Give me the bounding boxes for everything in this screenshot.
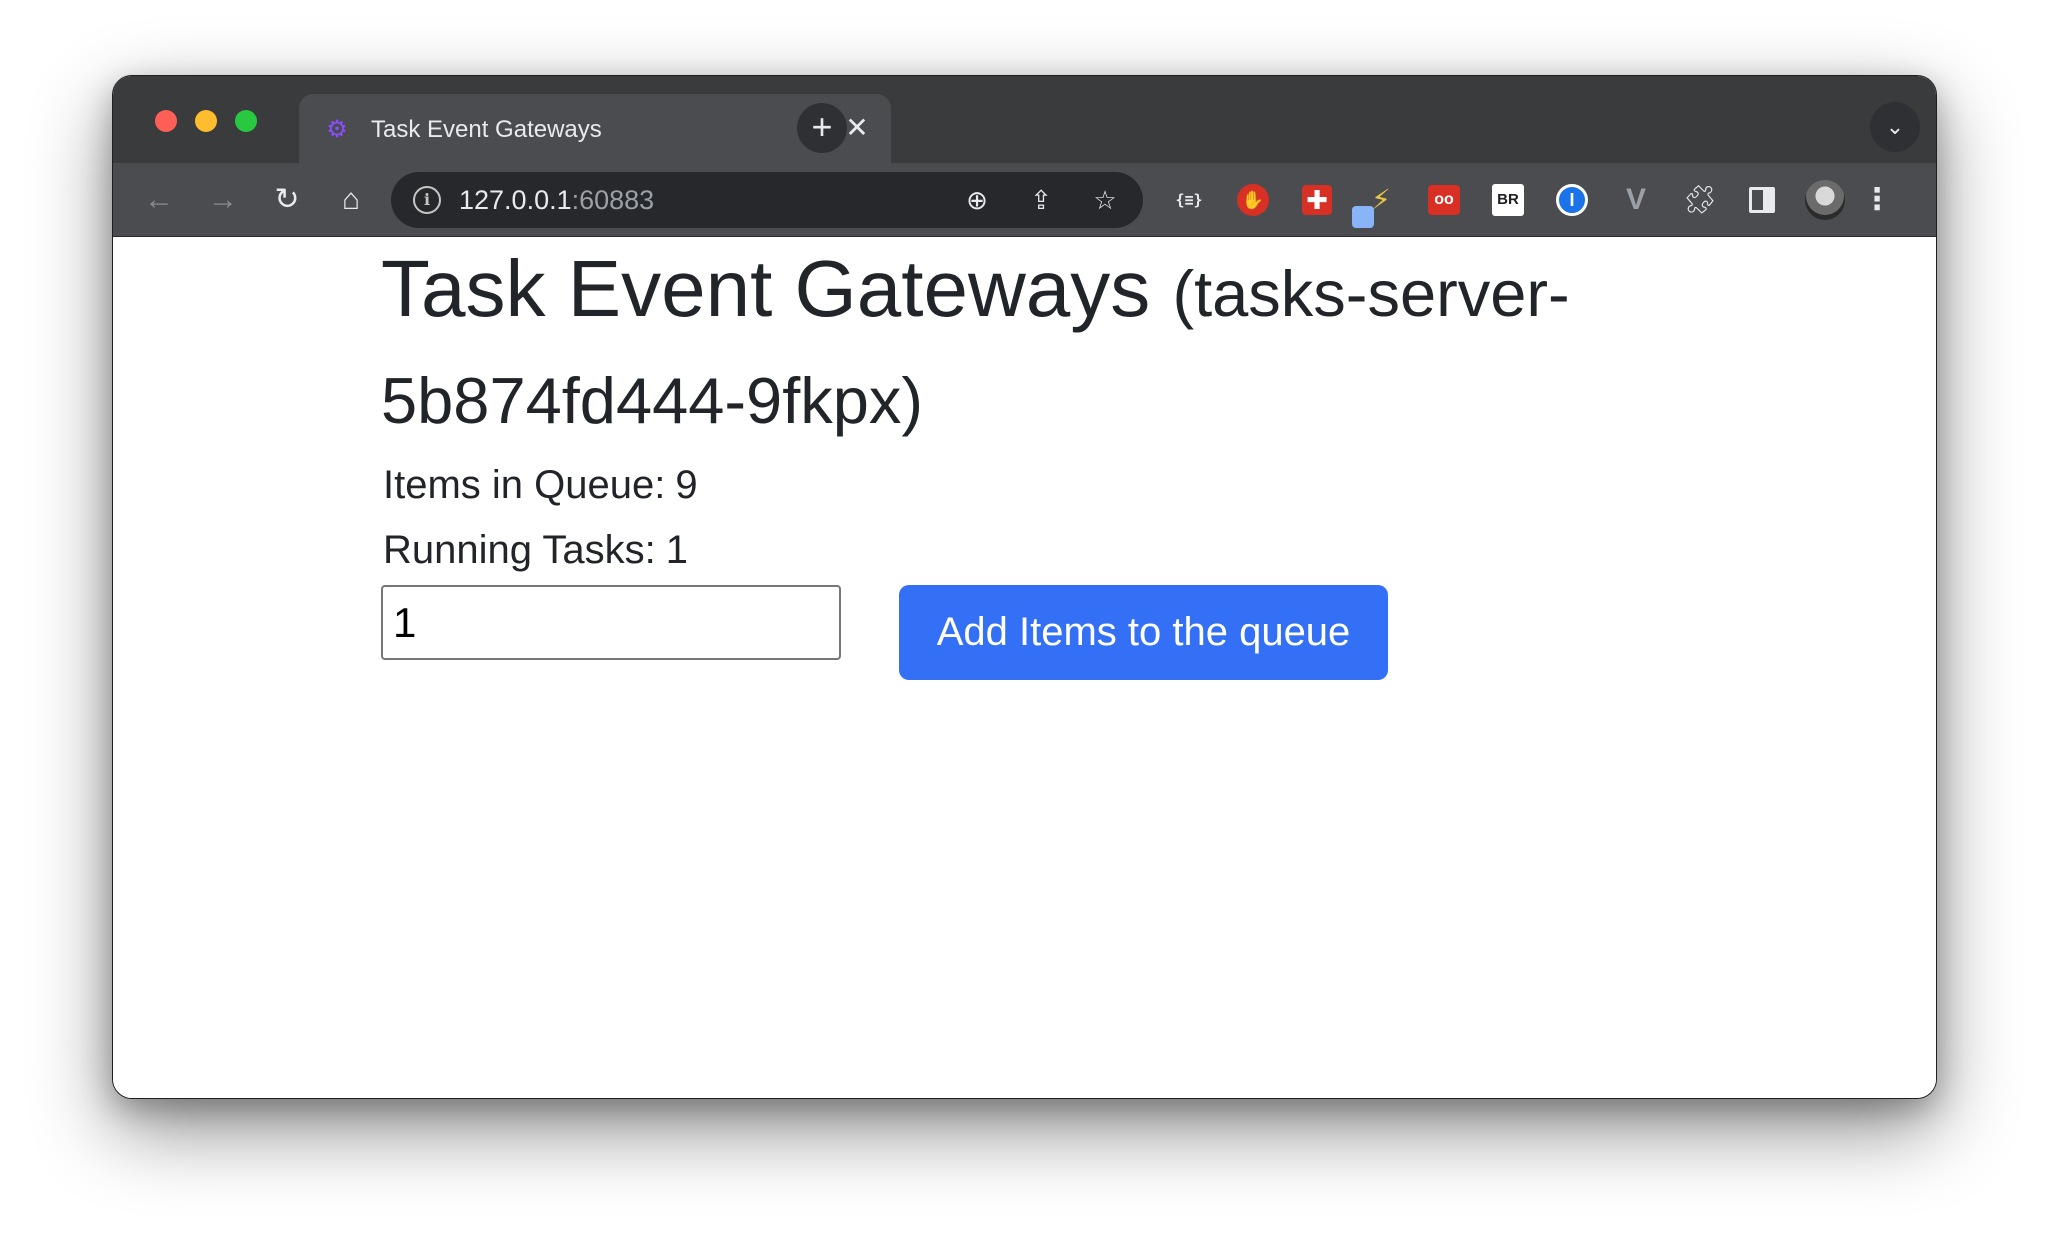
stop-extension-icon[interactable]: ✋ (1237, 184, 1269, 216)
running-value: 1 (665, 528, 689, 572)
bolt-extension-icon[interactable]: ⚡ (1363, 182, 1399, 218)
desktop-background: ⚙ Task Event Gateways ✕ + ⌄ ← → ↻ ⌂ i 12… (0, 0, 2048, 1246)
add-items-button[interactable]: Add Items to the queue (899, 585, 1388, 680)
br-extension-icon[interactable]: BR (1492, 184, 1524, 216)
info-icon[interactable]: i (413, 186, 441, 214)
tab-search-button[interactable]: ⌄ (1870, 102, 1920, 152)
running-label: Running Tasks: (383, 528, 656, 572)
url-host: 127.0.0.1 (459, 185, 572, 215)
minimize-window-button[interactable] (195, 110, 217, 132)
reload-icon: ↻ (274, 183, 300, 216)
url-text[interactable]: 127.0.0.1:60883 (459, 184, 654, 216)
side-panel-icon[interactable] (1749, 187, 1775, 213)
home-icon: ⌂ (341, 183, 361, 216)
bookmark-star-icon[interactable]: ☆ (1087, 182, 1123, 218)
arrow-right-icon: → (208, 183, 238, 216)
arrow-left-icon: ← (144, 183, 174, 216)
page-title: Task Event Gateways (tasks-server-5b874f… (381, 238, 1681, 452)
close-window-button[interactable] (155, 110, 177, 132)
queue-label: Items in Queue: (383, 463, 666, 507)
address-bar[interactable]: i 127.0.0.1:60883 ⊕ ⇪ ☆ (391, 172, 1143, 228)
queue-value: 9 (675, 463, 698, 507)
back-button[interactable]: ← (139, 180, 179, 220)
gears-icon: ⚙ (326, 116, 348, 143)
quantity-input[interactable] (381, 585, 841, 660)
forward-button[interactable]: → (203, 180, 243, 220)
new-tab-button[interactable]: + (797, 103, 847, 153)
queue-count: Items in Queue: 9 (383, 460, 698, 510)
browser-toolbar: ← → ↻ ⌂ i 127.0.0.1:60883 ⊕ ⇪ ☆ {≡} ✋ ✚ (113, 163, 1936, 237)
reload-button[interactable]: ↻ (267, 180, 307, 220)
page-title-main: Task Event Gateways (381, 244, 1151, 333)
profile-avatar[interactable] (1805, 180, 1845, 220)
plus-extension-icon[interactable]: ✚ (1302, 185, 1332, 215)
url-port: :60883 (571, 185, 655, 215)
share-icon[interactable]: ⇪ (1023, 182, 1059, 218)
json-viewer-extension-icon[interactable]: {≡} (1171, 182, 1207, 218)
zoom-icon[interactable]: ⊕ (959, 182, 995, 218)
tab-strip: ⚙ Task Event Gateways ✕ + ⌄ (113, 76, 1936, 163)
vue-devtools-extension-icon[interactable]: V (1618, 182, 1654, 218)
page-content: Task Event Gateways (tasks-server-5b874f… (113, 238, 1936, 1098)
tab-title: Task Event Gateways (371, 116, 602, 143)
running-count: Running Tasks: 1 (383, 525, 688, 575)
home-button[interactable]: ⌂ (331, 180, 371, 220)
maximize-window-button[interactable] (235, 110, 257, 132)
password-manager-extension-icon[interactable]: I (1556, 184, 1588, 216)
chevron-down-icon: ⌄ (1885, 114, 1905, 139)
browser-window: ⚙ Task Event Gateways ✕ + ⌄ ← → ↻ ⌂ i 12… (112, 75, 1937, 1099)
extensions-puzzle-icon[interactable]: 🧩︎ (1682, 182, 1718, 218)
more-menu-icon[interactable]: ⋮ (1857, 180, 1897, 220)
glasses-extension-icon[interactable]: oo (1428, 185, 1460, 215)
